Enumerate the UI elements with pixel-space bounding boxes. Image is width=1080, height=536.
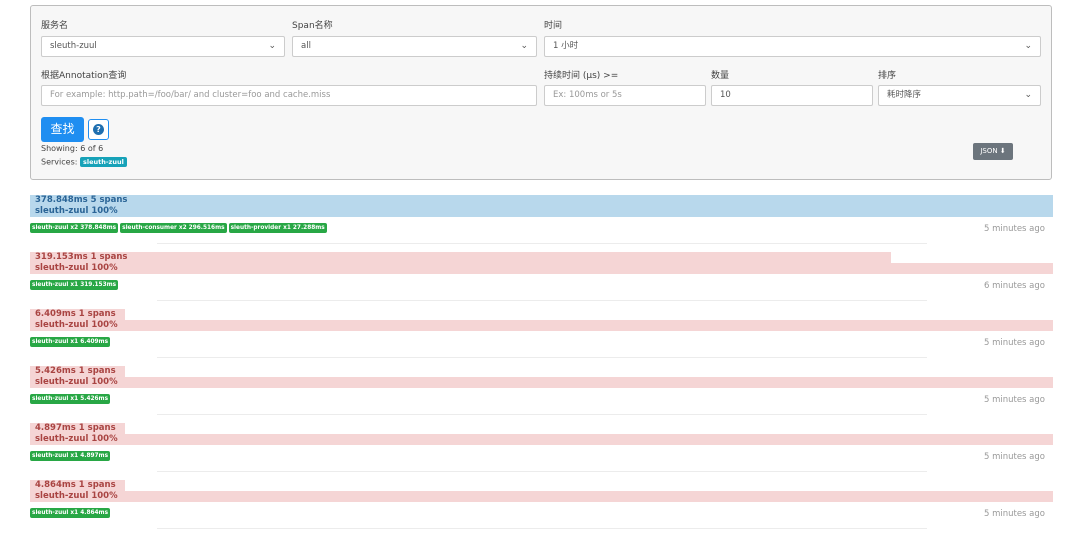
service-span-badge: sleuth-zuul x1 5.426ms xyxy=(30,394,111,404)
search-panel: 服务名 sleuth-zuul ⌄ Span名称 all ⌄ 时间 1 小时 ⌄… xyxy=(30,5,1052,180)
service-span-badge: sleuth-zuul x1 4.897ms xyxy=(30,451,111,461)
trace-row[interactable]: 4.897ms 1 spans sleuth-zuul 100% sleuth-zu… xyxy=(30,423,1053,479)
find-button[interactable]: 查找 xyxy=(41,117,84,142)
time-label: 时间 xyxy=(544,21,563,31)
help-button[interactable]: ? xyxy=(88,119,109,140)
trace-timestamp: 5 minutes ago xyxy=(983,509,1045,519)
trace-tags: sleuth-zuul x1 4.897ms xyxy=(30,451,112,461)
span-value: all xyxy=(301,41,311,51)
sort-select[interactable]: 耗时降序 ⌄ xyxy=(878,85,1041,106)
question-icon: ? xyxy=(93,124,104,135)
chevron-down-icon: ⌄ xyxy=(1024,41,1032,51)
service-label: 服务名 xyxy=(41,21,69,31)
trace-row[interactable]: 378.848ms 5 spans sleuth-zuul 100% sleuth-… xyxy=(30,195,1053,251)
limit-input[interactable]: 10 xyxy=(711,85,873,106)
service-span-badge: sleuth-zuul x1 6.409ms xyxy=(30,337,111,347)
trace-duration-bar: 6.409ms 1 spans xyxy=(30,309,125,320)
span-select[interactable]: all ⌄ xyxy=(292,36,537,57)
annotation-label: 根据Annotation查询 xyxy=(41,71,127,81)
divider xyxy=(157,471,927,472)
trace-duration-bar: 378.848ms 5 spans xyxy=(30,195,1053,206)
time-select[interactable]: 1 小时 ⌄ xyxy=(544,36,1041,57)
trace-timestamp: 6 minutes ago xyxy=(983,281,1045,291)
trace-row[interactable]: 319.153ms 1 spans sleuth-zuul 100% sleuth-… xyxy=(30,252,1053,308)
json-label: JSON xyxy=(980,147,998,155)
trace-service-bar: sleuth-zuul 100% xyxy=(30,320,1053,331)
trace-timestamp: 5 minutes ago xyxy=(983,452,1045,462)
json-download-button[interactable]: JSON ⬇ xyxy=(973,143,1013,160)
limit-label: 数量 xyxy=(711,71,730,81)
sort-label: 排序 xyxy=(878,71,897,81)
service-select[interactable]: sleuth-zuul ⌄ xyxy=(41,36,285,57)
service-span-badge: sleuth-zuul x1 4.864ms xyxy=(30,508,111,518)
divider xyxy=(157,414,927,415)
service-span-badge: sleuth-provider x1 27.288ms xyxy=(228,223,327,233)
divider xyxy=(157,243,927,244)
service-badge[interactable]: sleuth-zuul xyxy=(79,157,127,167)
trace-tags: sleuth-zuul x2 378.848ms sleuth-consumer … xyxy=(30,223,329,233)
divider xyxy=(157,300,927,301)
chevron-down-icon: ⌄ xyxy=(1024,90,1032,100)
span-label: Span名称 xyxy=(292,21,333,31)
service-value: sleuth-zuul xyxy=(50,41,97,51)
services-row: Services: sleuth-zuul xyxy=(41,157,127,167)
trace-service-bar: sleuth-zuul 100% xyxy=(30,377,1053,388)
divider xyxy=(157,357,927,358)
showing-count: Showing: 6 of 6 xyxy=(41,144,104,153)
sort-value: 耗时降序 xyxy=(887,90,922,100)
trace-duration-bar: 4.897ms 1 spans xyxy=(30,423,125,434)
download-icon: ⬇ xyxy=(999,147,1006,155)
services-label: Services: xyxy=(41,157,78,167)
trace-service-bar: sleuth-zuul 100% xyxy=(30,491,1053,502)
trace-timestamp: 5 minutes ago xyxy=(983,224,1045,234)
trace-duration-bar: 319.153ms 1 spans xyxy=(30,252,891,263)
trace-row[interactable]: 4.864ms 1 spans sleuth-zuul 100% sleuth-zu… xyxy=(30,480,1053,536)
trace-tags: sleuth-zuul x1 6.409ms xyxy=(30,337,112,347)
trace-service-bar: sleuth-zuul 100% xyxy=(30,263,1053,274)
service-span-badge: sleuth-zuul x1 319.153ms xyxy=(30,280,119,290)
trace-timestamp: 5 minutes ago xyxy=(983,395,1045,405)
service-span-badge: sleuth-consumer x2 296.516ms xyxy=(120,223,227,233)
duration-input[interactable]: Ex: 100ms or 5s xyxy=(544,85,706,106)
time-value: 1 小时 xyxy=(553,41,579,51)
trace-row[interactable]: 5.426ms 1 spans sleuth-zuul 100% sleuth-zu… xyxy=(30,366,1053,422)
trace-duration-bar: 5.426ms 1 spans xyxy=(30,366,125,377)
divider xyxy=(157,528,927,529)
trace-service-bar: sleuth-zuul 100% xyxy=(30,206,1053,217)
duration-label: 持续时间 (μs) >= xyxy=(544,71,619,81)
trace-tags: sleuth-zuul x1 319.153ms xyxy=(30,280,120,290)
annotation-input[interactable]: For example: http.path=/foo/bar/ and clu… xyxy=(41,85,537,106)
chevron-down-icon: ⌄ xyxy=(520,41,528,51)
trace-duration-bar: 4.864ms 1 spans xyxy=(30,480,125,491)
chevron-down-icon: ⌄ xyxy=(268,41,276,51)
service-span-badge: sleuth-zuul x2 378.848ms xyxy=(30,223,119,233)
trace-row[interactable]: 6.409ms 1 spans sleuth-zuul 100% sleuth-zu… xyxy=(30,309,1053,365)
trace-tags: sleuth-zuul x1 5.426ms xyxy=(30,394,112,404)
trace-tags: sleuth-zuul x1 4.864ms xyxy=(30,508,112,518)
trace-service-bar: sleuth-zuul 100% xyxy=(30,434,1053,445)
trace-timestamp: 5 minutes ago xyxy=(983,338,1045,348)
